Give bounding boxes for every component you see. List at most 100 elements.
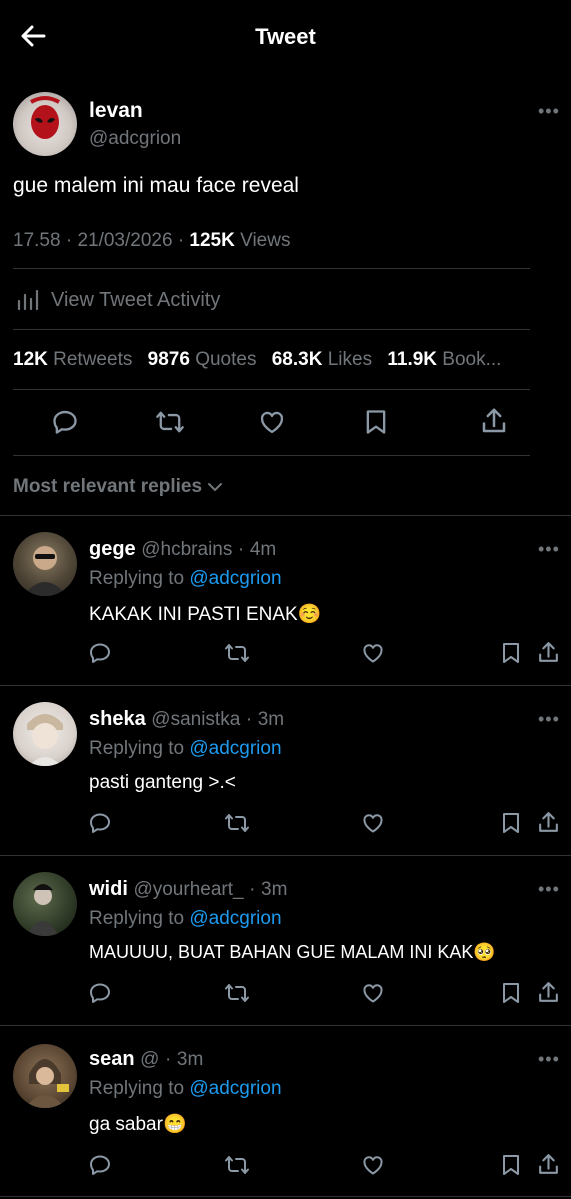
reply-author-name[interactable]: sheka <box>89 708 146 730</box>
person-photo-avatar <box>27 714 63 766</box>
like-button[interactable] <box>361 1153 385 1182</box>
share-icon <box>539 982 558 1002</box>
author-handle[interactable]: @adcgrion <box>89 128 181 150</box>
bookmark-icon <box>503 643 519 663</box>
like-button[interactable] <box>258 408 286 441</box>
retweet-button[interactable] <box>224 1153 250 1182</box>
reply-author-line: gege @hcbrains · 4m <box>89 538 276 561</box>
retweet-button[interactable] <box>155 408 185 441</box>
reply-text: MAUUUU, BUAT BAHAN GUE MALAM INI KAK🥺 <box>89 942 496 962</box>
reply-author-name[interactable]: sean <box>89 1048 135 1070</box>
bookmark-button[interactable] <box>499 641 523 670</box>
more-options-icon[interactable]: ••• <box>538 540 560 558</box>
avatar[interactable] <box>13 872 77 936</box>
replying-to-handle[interactable]: @adcgrion <box>189 908 281 929</box>
separator-dot: · <box>245 709 253 730</box>
separator-dot: · <box>249 879 256 900</box>
bookmarks-stat[interactable]: 11.9K Book... <box>387 349 501 370</box>
reply-author-handle[interactable]: @hcbrains <box>141 539 232 560</box>
author-name[interactable]: levan <box>89 99 143 123</box>
more-options-icon[interactable]: ••• <box>538 102 560 120</box>
replying-to-line: Replying to @adcgrion <box>89 738 282 760</box>
reply-icon <box>90 1155 110 1175</box>
bookmark-button[interactable] <box>499 811 523 840</box>
tweet-date: 21/03/2026 <box>77 230 173 251</box>
retweets-stat[interactable]: 12K Retweets <box>13 349 132 370</box>
replies-sort-dropdown[interactable]: Most relevant replies <box>13 476 223 498</box>
divider <box>0 1196 571 1197</box>
reply-author-handle[interactable]: @sanistka <box>151 709 240 730</box>
view-tweet-activity-label: View Tweet Activity <box>51 289 221 311</box>
heart-icon <box>363 644 383 663</box>
reply-item[interactable]: widi @yourheart_ · 3m ••• Replying to @a… <box>0 856 571 1025</box>
divider <box>13 455 530 456</box>
bookmark-button[interactable] <box>499 981 523 1010</box>
quotes-stat[interactable]: 9876 Quotes <box>148 349 257 370</box>
analytics-icon <box>17 289 39 311</box>
share-icon <box>539 642 558 662</box>
reply-time: 3m <box>176 1049 204 1070</box>
replying-to-line: Replying to @adcgrion <box>89 568 282 590</box>
replying-to-handle[interactable]: @adcgrion <box>189 1078 281 1099</box>
heart-icon <box>363 1156 383 1175</box>
reply-author-line: sean @ · 3m <box>89 1048 203 1071</box>
like-button[interactable] <box>361 811 385 840</box>
likes-count: 68.3K <box>271 349 323 370</box>
heart-icon <box>363 984 383 1003</box>
reply-author-handle[interactable]: @ <box>140 1049 159 1070</box>
replying-to-handle[interactable]: @adcgrion <box>189 738 281 759</box>
share-button[interactable] <box>536 810 561 840</box>
share-button[interactable] <box>479 406 509 441</box>
reply-time: 3m <box>261 879 288 900</box>
replying-to-handle[interactable]: @adcgrion <box>189 568 281 589</box>
avatar[interactable] <box>13 702 77 766</box>
retweet-button[interactable] <box>224 641 250 670</box>
reply-item[interactable]: gege @hcbrains · 4m ••• Replying to @adc… <box>0 516 571 685</box>
bookmark-button[interactable] <box>499 1153 523 1182</box>
share-button[interactable] <box>536 1152 561 1182</box>
view-tweet-activity-row[interactable]: View Tweet Activity <box>13 284 530 316</box>
separator-dot: · <box>165 1049 172 1070</box>
bookmark-icon <box>503 1155 519 1175</box>
retweet-button[interactable] <box>224 981 250 1010</box>
tweet-stats: 12K Retweets 9876 Quotes 68.3K Likes 11.… <box>13 349 501 371</box>
reply-button[interactable] <box>88 981 112 1010</box>
more-options-icon[interactable]: ••• <box>538 1050 560 1068</box>
bookmark-icon <box>503 983 519 1003</box>
like-button[interactable] <box>361 641 385 670</box>
retweet-button[interactable] <box>224 811 250 840</box>
more-options-icon[interactable]: ••• <box>538 710 560 728</box>
replies-sort-label: Most relevant replies <box>13 476 203 497</box>
likes-stat[interactable]: 68.3K Likes <box>272 349 372 370</box>
page-title: Tweet <box>255 24 316 49</box>
avatar[interactable] <box>13 92 77 156</box>
reply-author-name[interactable]: widi <box>89 878 128 900</box>
reply-button[interactable] <box>88 811 112 840</box>
reply-item[interactable]: sean @ · 3m ••• Replying to @adcgrion ga… <box>0 1026 571 1195</box>
reply-text: pasti ganteng >.< <box>89 772 236 793</box>
reply-button[interactable] <box>88 1153 112 1182</box>
reply-icon <box>90 813 110 833</box>
reply-author-handle[interactable]: @yourheart_ <box>133 879 243 900</box>
reply-button[interactable] <box>88 641 112 670</box>
reply-author-name[interactable]: gege <box>89 538 136 560</box>
like-button[interactable] <box>361 981 385 1010</box>
retweet-icon <box>225 984 249 1002</box>
retweets-label: Retweets <box>53 349 133 370</box>
reply-button[interactable] <box>51 408 79 441</box>
spiderman-mask-avatar <box>30 96 60 139</box>
reply-item[interactable]: sheka @sanistka · 3m ••• Replying to @ad… <box>0 686 571 855</box>
avatar[interactable] <box>13 1044 77 1108</box>
share-button[interactable] <box>536 640 561 670</box>
reply-text: KAKAK INI PASTI ENAK☺️ <box>89 604 322 625</box>
bookmark-button[interactable] <box>362 408 390 441</box>
reply-author-line: sheka @sanistka · 3m <box>89 708 284 731</box>
heart-icon <box>363 814 383 833</box>
divider <box>13 329 530 330</box>
share-button[interactable] <box>536 980 561 1010</box>
avatar[interactable] <box>13 532 77 596</box>
bookmark-icon <box>503 813 519 833</box>
quotes-count: 9876 <box>147 349 190 370</box>
more-options-icon[interactable]: ••• <box>538 880 560 898</box>
reply-author-line: widi @yourheart_ · 3m <box>89 878 287 901</box>
